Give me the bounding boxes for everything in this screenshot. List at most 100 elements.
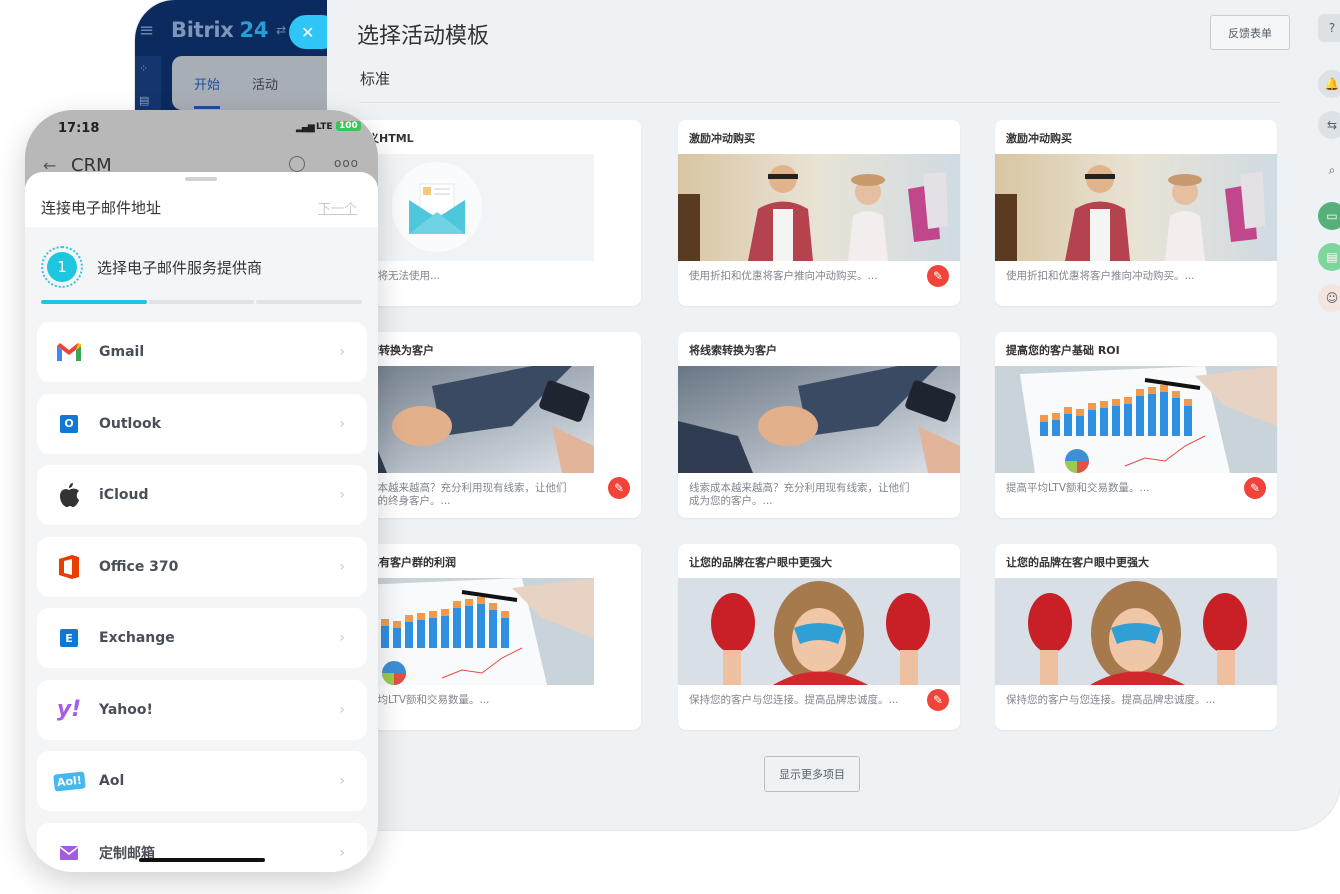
provider-item[interactable]: O Outlook › (37, 393, 367, 454)
sheet-header: 连接电子邮件地址 下一个 (25, 172, 378, 227)
signal-icon: ▂▄▆ (296, 123, 315, 133)
bell-icon[interactable]: 🔔 (1318, 70, 1340, 98)
right-toolbar: ? 🔔 ⇆ ⌕ ▭ ▤ ☺ (1312, 0, 1340, 830)
template-description: 保持您的客户与您连接。提高品牌忠诚度。... (689, 694, 899, 706)
provider-item[interactable]: Gmail › (37, 322, 367, 382)
step-number: 1 (47, 252, 77, 282)
brand-number: 24 (239, 18, 269, 42)
brand-name: Bitrix (171, 18, 234, 42)
chevron-right-icon: › (339, 844, 345, 861)
superhero-kid-photo (678, 578, 960, 685)
template-card[interactable]: 激励冲动购买 使用折扣和优惠将客户推向冲动购买。... ✎ (678, 120, 960, 306)
office-icon (57, 554, 81, 579)
calendar-icon[interactable]: ▤ (139, 94, 149, 107)
chevron-right-icon: › (339, 773, 345, 789)
brand-logo: Bitrix 24 (171, 18, 268, 42)
template-title: 让您的品牌在客户眼中更强大 (689, 556, 832, 569)
provider-name: Yahoo! (99, 701, 153, 718)
menu-icon[interactable]: ≡ (139, 20, 154, 41)
template-title: 让您的品牌在客户眼中更强大 (1006, 556, 1149, 569)
template-description: 使用折扣和优惠将客户推向冲动购买。... (1006, 270, 1195, 282)
exchange-icon[interactable]: ⇆ (1318, 111, 1340, 139)
chevron-right-icon: › (339, 415, 345, 432)
chevron-right-icon: › (339, 630, 345, 646)
show-more-button[interactable]: 显示更多项目 (764, 756, 860, 792)
provider-name: Gmail (99, 344, 145, 360)
more-icon[interactable]: ooo (334, 156, 359, 170)
aol-icon: Aol! (52, 769, 86, 793)
chevron-right-icon: › (339, 487, 345, 503)
template-description: 使用折扣和优惠将客户推向冲动购买。... (689, 270, 878, 282)
step-indicator: 1 选择电子邮件服务提供商 (41, 246, 262, 288)
chevron-right-icon: › (339, 701, 345, 718)
battery-level: 100 (336, 121, 361, 131)
template-description: 线索成本越来越高？充分利用现有线索，让他们成为您的终身客户。... (346, 482, 567, 507)
template-title: 提高您的客户基础 ROI (1006, 344, 1120, 357)
composite-stage: ≡ Bitrix 24 ⇄ ✕ ⁘ ▤ 开始 活动 选择活动模板 反馈表单 标准 … (0, 0, 1340, 894)
template-description: 编辑器将无法使用... (346, 270, 441, 282)
nav-icon-strip: ⁘ ▤ (135, 56, 161, 116)
provider-name: Outlook (99, 415, 161, 432)
handshake-photo (678, 366, 960, 473)
pepper-icon: ✎ (927, 689, 949, 711)
help-icon[interactable]: ? (1318, 14, 1340, 42)
slider-tabbar: 开始 活动 (172, 56, 332, 110)
step-progress (41, 300, 363, 304)
tab-start[interactable]: 开始 (194, 74, 221, 109)
template-description: 保持您的客户与您连接。提高品牌忠诚度。... (1006, 694, 1216, 706)
search-icon[interactable] (289, 156, 305, 172)
progress-segment (148, 300, 255, 304)
connect-email-sheet: 连接电子邮件地址 下一个 1 选择电子邮件服务提供商 Gmail › O Out… (25, 172, 378, 872)
template-card[interactable]: 提高您的客户基础 ROI 提高平均LTV额和交易数量。... ✎ (995, 332, 1277, 518)
network-icon[interactable]: ⁘ (139, 62, 148, 75)
page-title: 选择活动模板 (357, 24, 490, 49)
template-title: 将线索转换为客户 (689, 344, 777, 357)
sheet-grabber[interactable] (185, 177, 217, 181)
template-card[interactable]: 让您的品牌在客户眼中更强大 保持您的客户与您连接。提高品牌忠诚度。... (995, 544, 1277, 730)
provider-name: Exchange (99, 630, 175, 646)
provider-item[interactable]: E Exchange › (37, 608, 367, 668)
user-avatar[interactable]: ☺ (1318, 284, 1340, 312)
sheet-title: 连接电子邮件地址 (41, 199, 162, 217)
chevron-right-icon: › (339, 344, 345, 360)
status-bar: 17:18 ▂▄▆ LTE 100 (25, 110, 378, 150)
yahoo-icon: y! (56, 697, 82, 722)
apple-icon (57, 483, 81, 507)
template-title: 激励冲动购买 (689, 132, 755, 145)
provider-item[interactable]: Office 370 › (37, 536, 367, 597)
step-badge: 1 (41, 246, 83, 288)
progress-segment (41, 300, 147, 304)
template-card[interactable]: 让您的品牌在客户眼中更强大 保持您的客户与您连接。提高品牌忠诚度。... ✎ (678, 544, 960, 730)
contact-card-icon[interactable]: ▭ (1318, 202, 1340, 230)
step-label: 选择电子邮件服务提供商 (97, 258, 263, 277)
next-button[interactable]: 下一个 (318, 198, 357, 217)
mobile-phone: 17:18 ▂▄▆ LTE 100 ← CRM ooo 连接电子邮件地址 下一个… (25, 110, 378, 872)
close-icon: ✕ (301, 22, 315, 42)
provider-item[interactable]: iCloud › (37, 465, 367, 525)
feedback-button[interactable]: 反馈表单 (1210, 15, 1290, 50)
search-icon[interactable]: ⌕ (1318, 156, 1340, 184)
provider-name: iCloud (99, 487, 149, 503)
mail-icon (57, 841, 81, 865)
provider-item[interactable]: Aol! Aol › (37, 751, 367, 811)
template-description: 提高平均LTV额和交易数量。... (346, 694, 490, 706)
pepper-icon: ✎ (1244, 477, 1266, 499)
progress-segment (256, 300, 363, 304)
home-indicator (139, 858, 265, 862)
provider-name: Aol (99, 773, 125, 789)
settings-toggle-icon[interactable]: ⇄ (276, 23, 286, 37)
clock: 17:18 (58, 121, 100, 136)
template-card[interactable]: 激励冲动购买 使用折扣和优惠将客户推向冲动购买。... (995, 120, 1277, 306)
section-label: 标准 (360, 70, 391, 88)
shopping-couple-photo (678, 154, 960, 261)
provider-item[interactable]: 定制邮箱 › (37, 822, 367, 872)
template-card[interactable]: 将线索转换为客户 线索成本越来越高？充分利用现有线索，让他们成为您的客户。... (678, 332, 960, 518)
shopping-couple-photo (995, 154, 1277, 261)
document-icon[interactable]: ▤ (1318, 243, 1340, 271)
template-description: 线索成本越来越高？充分利用现有线索，让他们成为您的客户。... (689, 482, 910, 507)
tab-activities[interactable]: 活动 (252, 74, 278, 93)
provider-name: Office 370 (99, 558, 179, 575)
provider-item[interactable]: y! Yahoo! › (37, 679, 367, 740)
template-description: 提高平均LTV额和交易数量。... (1006, 482, 1150, 494)
exchange-icon: E (57, 626, 81, 650)
